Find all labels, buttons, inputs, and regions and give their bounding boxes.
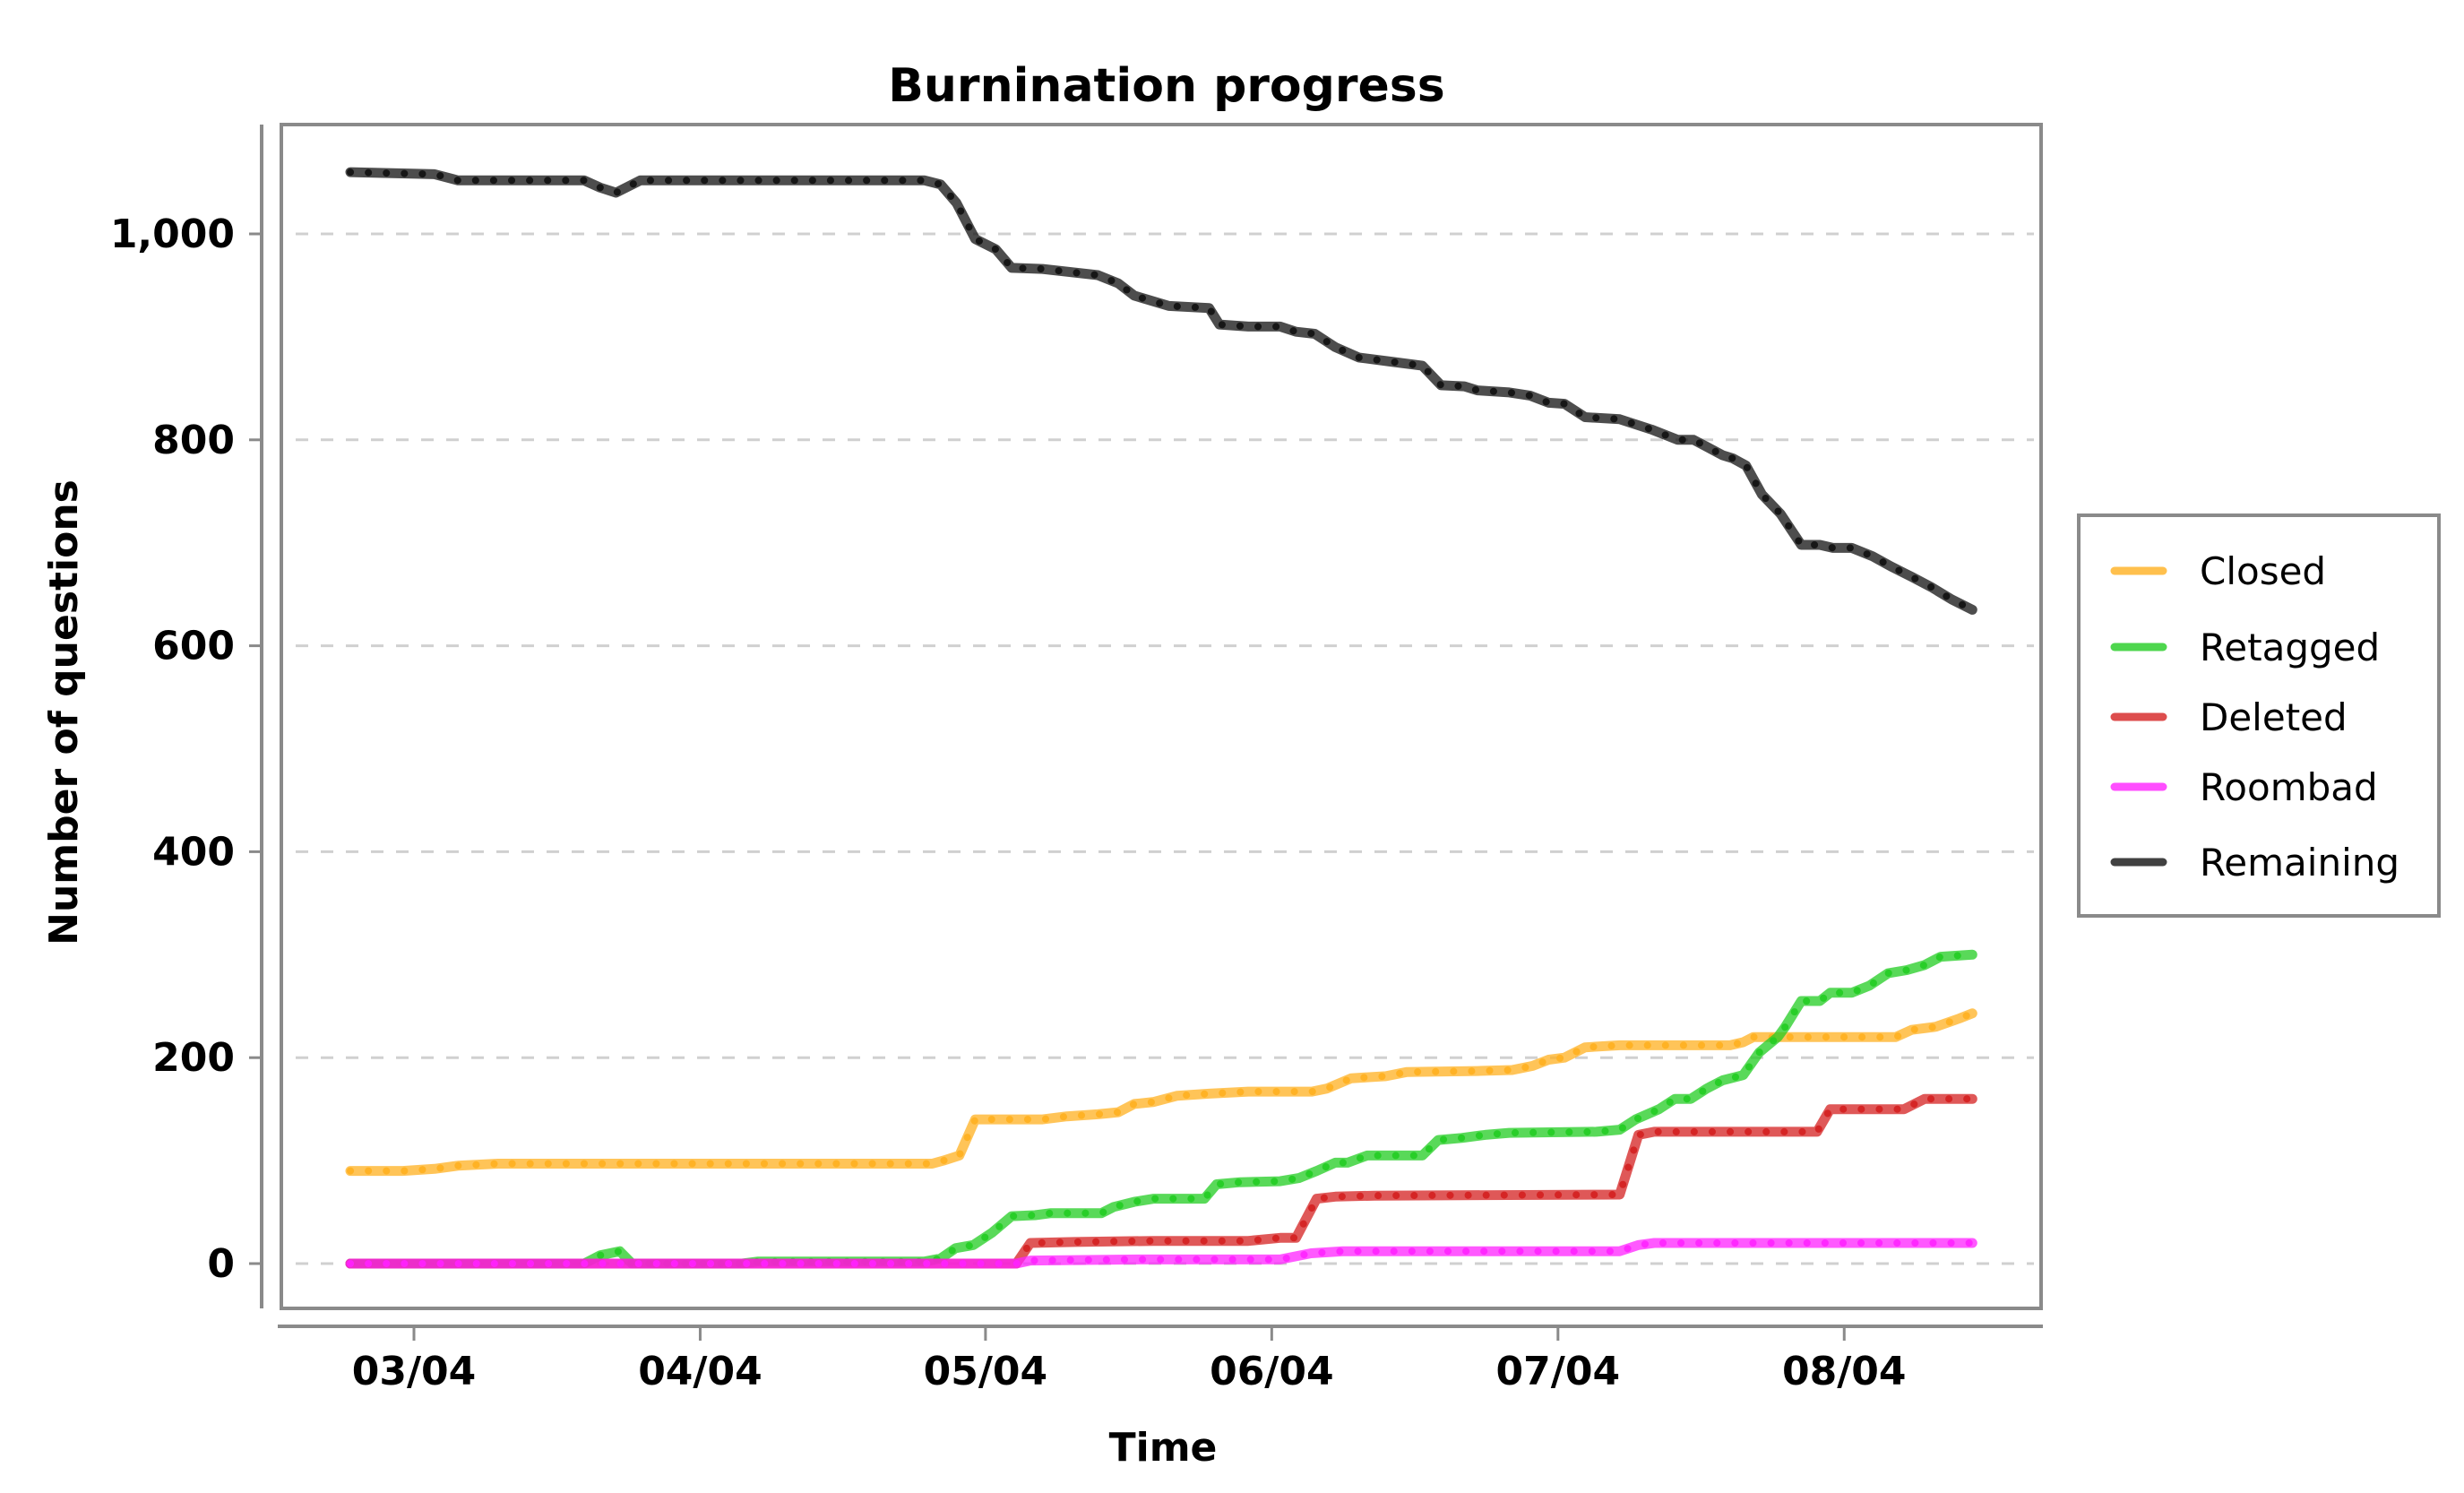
x-tick-label: 06/04 — [1210, 1349, 1334, 1394]
chart-title: Burnination progress — [888, 59, 1444, 113]
y-axis: 0 200 400 600 800 1,000 — [110, 211, 262, 1287]
legend-label-deleted: Deleted — [2200, 695, 2348, 739]
y-axis-title: Number of questions — [41, 479, 87, 945]
gridlines — [296, 232, 2034, 1265]
legend-label-roombad: Roombad — [2200, 765, 2378, 809]
x-axis: 03/04 04/04 05/04 06/04 07/04 08/04 — [352, 1326, 1907, 1394]
series-markers-retagged — [347, 951, 1977, 1267]
series-markers-closed — [347, 1009, 1977, 1175]
series-markers-remaining — [347, 168, 1977, 614]
series-line-retagged — [345, 949, 1977, 1269]
y-tick-label: 200 — [152, 1035, 235, 1081]
x-tick-label: 03/04 — [352, 1349, 477, 1394]
legend-label-remaining: Remaining — [2200, 841, 2399, 885]
legend-label-closed: Closed — [2200, 549, 2326, 593]
x-tick-label: 07/04 — [1496, 1349, 1621, 1394]
series-retagged — [345, 949, 1977, 1269]
x-tick-label: 08/04 — [1782, 1349, 1907, 1394]
legend: Closed Retagged Deleted Roombad Remaining — [2077, 513, 2441, 918]
series-line-remaining — [345, 167, 1977, 615]
x-tick-label: 04/04 — [638, 1349, 762, 1394]
y-tick-label: 800 — [152, 418, 235, 463]
series-remaining — [345, 167, 1977, 615]
legend-label-retagged: Retagged — [2200, 626, 2380, 669]
series — [345, 167, 1977, 1269]
y-tick-label: 400 — [152, 829, 235, 875]
x-tick-label: 05/04 — [924, 1349, 1048, 1394]
y-tick-label: 1,000 — [110, 211, 235, 257]
x-axis-title: Time — [1109, 1425, 1218, 1471]
burnination-chart: 02004006008001,000 03/04 04/04 05/04 06/04 0… — [41, 59, 2441, 1471]
series-line-closed — [345, 1008, 1977, 1177]
y-tick-label: 600 — [152, 624, 235, 669]
y-tick-label: 0 — [207, 1241, 235, 1287]
series-closed — [345, 1008, 1977, 1177]
